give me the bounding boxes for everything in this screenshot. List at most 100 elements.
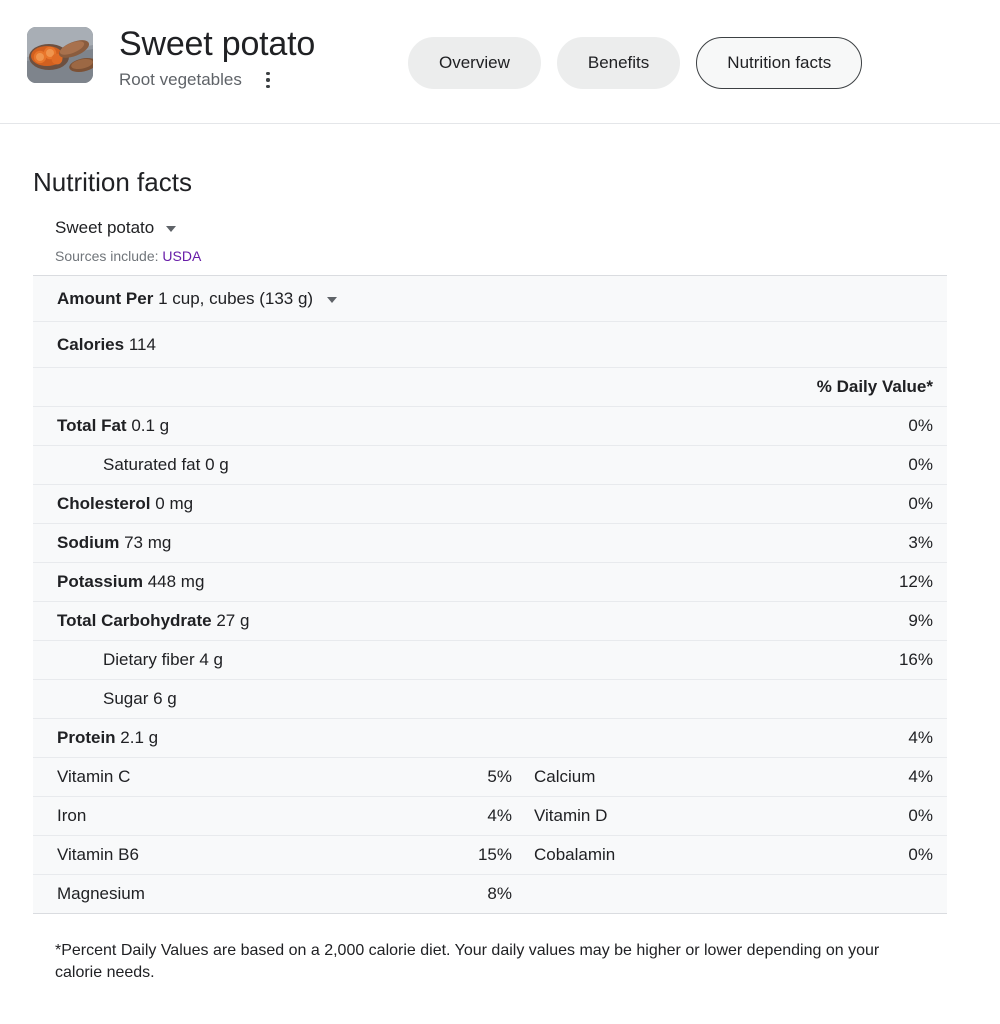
daily-value-header-row: % Daily Value* xyxy=(33,368,947,407)
nutrient-label-group: Total Carbohydrate 27 g xyxy=(57,610,908,632)
food-selector-value: Sweet potato xyxy=(55,218,155,237)
daily-value-footnote: *Percent Daily Values are based on a 2,0… xyxy=(55,942,880,981)
nutrient-amount: 73 mg xyxy=(124,533,172,552)
nutrient-amount: 4 g xyxy=(199,650,224,669)
tab-bar: Overview Benefits Nutrition facts xyxy=(408,37,863,89)
nutrient-daily-value: 9% xyxy=(908,611,933,630)
serving-size-value: 1 cup, cubes (133 g) xyxy=(158,288,314,308)
nutrient-label-group: Sugar 6 g xyxy=(57,688,933,710)
kebab-menu-icon[interactable] xyxy=(260,70,276,90)
nutrient-daily-value: 0% xyxy=(908,455,933,474)
micronutrient-cell-right: Calcium 4% xyxy=(512,766,933,788)
nutrient-amount: 2.1 g xyxy=(120,728,159,747)
page-title: Sweet potato xyxy=(119,25,316,63)
table-row: Cholesterol 0 mg 0% xyxy=(33,485,947,524)
daily-value-header: % Daily Value* xyxy=(816,377,933,396)
nutrient-name: Saturated fat xyxy=(103,455,201,474)
calories-value: 114 xyxy=(128,334,156,354)
micronutrient-name: Iron xyxy=(57,806,87,825)
nutrient-name: Potassium xyxy=(57,572,143,591)
nutrient-name: Cholesterol xyxy=(57,494,151,513)
entity-title-block: Sweet potato Root vegetables xyxy=(119,24,315,91)
nutrition-facts-table: Amount Per 1 cup, cubes (133 g) Calories… xyxy=(33,275,947,914)
nutrient-daily-value: 16% xyxy=(898,650,933,669)
table-row: Vitamin B6 15% Cobalamin 0% xyxy=(33,836,947,875)
nutrient-amount: 27 g xyxy=(216,611,250,630)
micronutrient-percent: 4% xyxy=(908,767,933,786)
nutrient-daily-value: 3% xyxy=(908,533,933,552)
nutrient-label-group: Cholesterol 0 mg xyxy=(57,493,908,515)
micronutrient-percent: 0% xyxy=(908,845,933,864)
kebab-dot xyxy=(266,78,270,82)
micronutrient-percent: 15% xyxy=(477,845,512,864)
nutrient-amount: 0.1 g xyxy=(131,416,170,435)
food-selector-dropdown[interactable]: Sweet potato xyxy=(55,218,177,238)
table-row: Dietary fiber 4 g 16% xyxy=(33,641,947,680)
table-row: Sugar 6 g xyxy=(33,680,947,719)
micronutrient-name: Magnesium xyxy=(57,884,145,903)
sources-prefix: Sources include: xyxy=(55,248,159,264)
nutrient-amount: 0 mg xyxy=(155,494,194,513)
nutrient-daily-value: 4% xyxy=(908,728,933,747)
table-row: Magnesium 8% xyxy=(33,875,947,914)
nutrient-name: Protein xyxy=(57,728,116,747)
chevron-down-icon xyxy=(327,296,338,303)
nutrient-amount: 0 g xyxy=(205,455,229,474)
micronutrient-percent: 8% xyxy=(487,884,512,903)
nutrient-daily-value: 0% xyxy=(908,416,933,435)
nutrient-label-group: Protein 2.1 g xyxy=(57,727,908,749)
tab-overview[interactable]: Overview xyxy=(408,37,541,89)
table-row: Total Carbohydrate 27 g 9% xyxy=(33,602,947,641)
micronutrient-name: Cobalamin xyxy=(534,845,616,864)
micronutrient-percent: 5% xyxy=(487,767,512,786)
sources-link-usda[interactable]: USDA xyxy=(162,248,201,264)
nutrient-daily-value: 12% xyxy=(898,572,933,591)
table-row: Saturated fat 0 g 0% xyxy=(33,446,947,485)
micronutrient-cell-right: Vitamin D 0% xyxy=(512,805,933,827)
micronutrient-name: Vitamin D xyxy=(534,806,608,825)
nutrient-label-group: Total Fat 0.1 g xyxy=(57,415,908,437)
nutrition-facts-panel: Nutrition facts Sweet potato Sources inc… xyxy=(0,166,1000,984)
table-row: Potassium 448 mg 12% xyxy=(33,563,947,602)
sweet-potato-photo-icon xyxy=(27,27,93,83)
micronutrient-cell-left: Vitamin C 5% xyxy=(57,766,512,788)
nutrient-name: Sodium xyxy=(57,533,120,552)
table-row: Sodium 73 mg 3% xyxy=(33,524,947,563)
nutrient-label-group: Dietary fiber 4 g xyxy=(57,649,899,671)
nutrient-label-group: Saturated fat 0 g xyxy=(57,454,908,476)
entity-subtitle: Root vegetables xyxy=(119,70,242,89)
calories-label: Calories xyxy=(57,334,125,354)
micronutrient-cell-right: Cobalamin 0% xyxy=(512,844,933,866)
micronutrient-percent: 0% xyxy=(908,806,933,825)
micronutrient-name: Vitamin B6 xyxy=(57,845,139,864)
section-title: Nutrition facts xyxy=(33,167,192,197)
micronutrient-name: Vitamin C xyxy=(57,767,131,786)
sources-line: Sources include: USDA xyxy=(55,247,1000,265)
tab-nutrition-facts[interactable]: Nutrition facts xyxy=(696,37,863,89)
nutrient-amount: 6 g xyxy=(153,689,177,708)
amount-per-label: Amount Per xyxy=(57,288,154,308)
micronutrient-cell-left: Vitamin B6 15% xyxy=(57,844,512,866)
micronutrient-percent: 4% xyxy=(487,806,512,825)
calories-label-group: Calories 114 xyxy=(57,334,933,356)
table-row: Protein 2.1 g 4% xyxy=(33,719,947,758)
nutrient-name: Sugar xyxy=(103,689,149,708)
table-row: Iron 4% Vitamin D 0% xyxy=(33,797,947,836)
nutrient-name: Dietary fiber xyxy=(103,650,195,669)
kebab-dot xyxy=(266,84,270,89)
nutrient-daily-value: 0% xyxy=(908,494,933,513)
nutrient-amount: 448 mg xyxy=(147,572,205,591)
tab-benefits[interactable]: Benefits xyxy=(556,37,681,89)
table-row: Total Fat 0.1 g 0% xyxy=(33,407,947,446)
micronutrient-name: Calcium xyxy=(534,767,596,786)
table-row: Vitamin C 5% Calcium 4% xyxy=(33,758,947,797)
nutrient-label-group: Potassium 448 mg xyxy=(57,571,899,593)
food-thumbnail-image xyxy=(27,27,93,83)
nutrient-label-group: Sodium 73 mg xyxy=(57,532,908,554)
micronutrient-cell-left: Iron 4% xyxy=(57,805,512,827)
calories-row: Calories 114 xyxy=(33,322,947,368)
micronutrient-cell-left: Magnesium 8% xyxy=(57,883,512,905)
nutrient-name: Total Carbohydrate xyxy=(57,611,212,630)
serving-size-row: Amount Per 1 cup, cubes (133 g) xyxy=(33,276,947,322)
serving-size-selector[interactable]: Amount Per 1 cup, cubes (133 g) xyxy=(57,288,933,310)
